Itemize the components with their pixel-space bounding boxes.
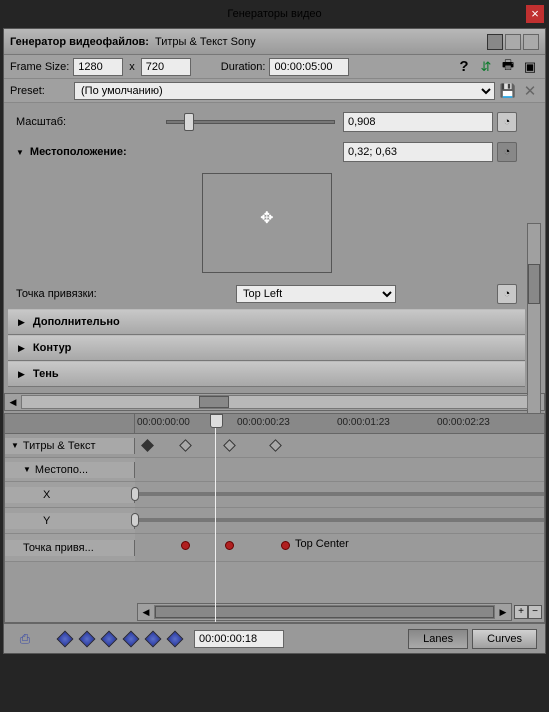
anchor-keyframe-label: Top Center — [295, 538, 349, 550]
section-advanced[interactable]: ▶ Дополнительно — [8, 309, 525, 335]
anchor-label: Точка привязки: — [16, 288, 236, 300]
position-row: ▼ Местоположение: ◔ — [8, 137, 525, 167]
timecode-input[interactable] — [194, 630, 284, 648]
frame-row: Frame Size: x Duration: ? ⇵ 🖶 ▣ — [4, 55, 545, 79]
chevron-down-icon[interactable]: ▼ — [23, 465, 31, 474]
timeline-empty — [5, 562, 544, 602]
add-keyframe-button[interactable] — [101, 630, 118, 647]
generator-header: Генератор видеофайлов: Титры & Текст Son… — [4, 29, 545, 55]
main-panel: Генератор видеофайлов: Титры & Текст Son… — [3, 28, 546, 654]
generator-label: Генератор видеофайлов: — [10, 36, 149, 48]
footer: ⎙ Lanes Curves — [4, 623, 545, 653]
lanes-button[interactable]: Lanes — [408, 629, 468, 649]
sync-cursor-icon[interactable]: ⎙ — [16, 630, 34, 648]
help-icon[interactable]: ? — [455, 58, 473, 76]
anchor-select[interactable]: Top Left — [236, 285, 396, 303]
track-position: ▼Местопо... — [5, 458, 544, 482]
close-icon[interactable]: × — [526, 5, 544, 23]
curves-button[interactable]: Curves — [472, 629, 537, 649]
scroll-left-icon[interactable]: ◀ — [138, 607, 154, 618]
keyframe-marker[interactable] — [181, 541, 190, 550]
chevron-right-icon: ▶ — [18, 369, 25, 380]
expand-position-icon[interactable]: ▼ — [16, 148, 24, 157]
scroll-right-icon[interactable]: ▶ — [495, 607, 511, 618]
y-value-slider[interactable] — [135, 518, 544, 522]
anchor-row: Точка привязки: Top Left ◔ — [8, 279, 525, 309]
frame-x-label: x — [129, 61, 135, 73]
view-mode-1-button[interactable] — [487, 34, 503, 50]
section-shadow[interactable]: ▶ Тень — [8, 361, 525, 387]
scale-slider[interactable] — [166, 120, 335, 124]
position-label: Местоположение: — [30, 146, 170, 158]
track-y: Y — [5, 508, 544, 534]
chevron-right-icon: ▶ — [18, 343, 25, 354]
view-mode-2-button[interactable] — [505, 34, 521, 50]
scale-row: Масштаб: ◔ — [8, 107, 525, 137]
scale-label: Масштаб: — [16, 116, 166, 128]
preset-label: Preset: — [10, 85, 70, 97]
next-keyframe-button[interactable] — [123, 630, 140, 647]
first-keyframe-button[interactable] — [57, 630, 74, 647]
duration-input[interactable] — [269, 58, 349, 76]
timeline-bottom-bar: ◀ ▶ + − — [5, 602, 544, 622]
window-title: Генераторы видео — [227, 8, 321, 20]
panel-hscrollbar[interactable]: ◀ ▶ — [4, 393, 545, 411]
scale-input[interactable] — [343, 112, 493, 132]
prev-keyframe-button[interactable] — [79, 630, 96, 647]
position-marker-icon[interactable]: ✥ — [260, 208, 273, 228]
scale-animate-icon[interactable]: ◔ — [497, 112, 517, 132]
keyframe[interactable] — [179, 439, 192, 452]
zoom-out-button[interactable]: − — [528, 605, 542, 619]
properties-body: Масштаб: ◔ ▼ Местоположение: ◔ ✥ Точка п… — [4, 103, 545, 391]
chevron-right-icon: ▶ — [18, 317, 25, 328]
position-input[interactable] — [343, 142, 493, 162]
view-mode-3-button[interactable] — [523, 34, 539, 50]
frame-width-input[interactable] — [73, 58, 123, 76]
delete-preset-icon[interactable]: ✕ — [521, 82, 539, 100]
anchor-animate-icon[interactable]: ◔ — [497, 284, 517, 304]
duration-label: Duration: — [221, 61, 266, 73]
zoom-controls: + − — [514, 605, 542, 619]
title-bar: Генераторы видео × — [0, 0, 549, 28]
generator-name: Титры & Текст Sony — [155, 36, 256, 48]
zoom-in-button[interactable]: + — [514, 605, 528, 619]
track-x: X — [5, 482, 544, 508]
preset-row: Preset: (По умолчанию) 💾 ✕ — [4, 79, 545, 103]
frame-height-input[interactable] — [141, 58, 191, 76]
properties-icon[interactable]: ▣ — [521, 58, 539, 76]
position-animate-icon[interactable]: ◔ — [497, 142, 517, 162]
keyframe-marker[interactable] — [281, 541, 290, 550]
timeline-hscrollbar[interactable]: ◀ ▶ — [137, 603, 512, 621]
track-main: ▼Титры & Текст — [5, 434, 544, 458]
save-preset-icon[interactable]: 💾 — [499, 82, 517, 100]
position-pad[interactable]: ✥ — [202, 173, 332, 273]
frame-size-label: Frame Size: — [10, 61, 69, 73]
keyframe[interactable] — [223, 439, 236, 452]
track-anchor: Точка привя... Top Center — [5, 534, 544, 562]
scroll-left-icon[interactable]: ◀ — [5, 397, 21, 408]
link-icon[interactable]: ⇵ — [477, 58, 495, 76]
extra-keyframe-button[interactable] — [167, 630, 184, 647]
chevron-down-icon[interactable]: ▼ — [11, 441, 19, 450]
section-outline[interactable]: ▶ Контур — [8, 335, 525, 361]
timeline-ruler[interactable]: 00:00:00:00 00:00:00:23 00:00:01:23 00:0… — [5, 414, 544, 434]
print-icon[interactable]: 🖶 — [499, 58, 517, 76]
keyframe-button[interactable] — [141, 439, 154, 452]
last-keyframe-button[interactable] — [145, 630, 162, 647]
timeline: 00:00:00:00 00:00:00:23 00:00:01:23 00:0… — [4, 413, 545, 623]
x-value-slider[interactable] — [135, 492, 544, 496]
playhead[interactable] — [215, 414, 216, 622]
keyframe[interactable] — [269, 439, 282, 452]
keyframe-marker[interactable] — [225, 541, 234, 550]
preset-select[interactable]: (По умолчанию) — [74, 82, 495, 100]
